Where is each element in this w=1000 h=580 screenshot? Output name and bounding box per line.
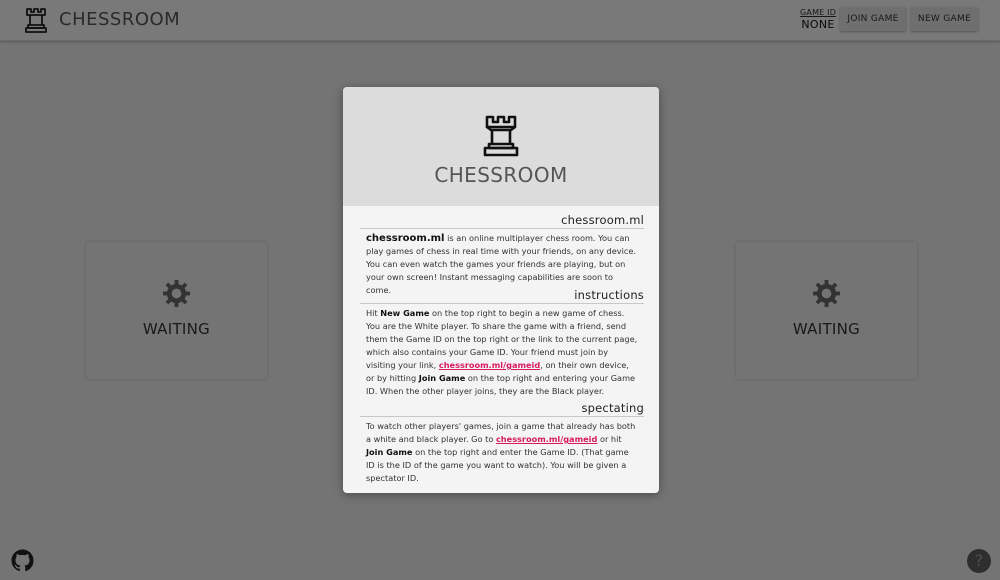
gameid-link[interactable]: chessroom.ml/gameid — [439, 360, 540, 370]
modal-header: CHESSROOM — [343, 87, 659, 206]
modal-title: CHESSROOM — [434, 163, 568, 187]
site-name: chessroom.ml — [366, 233, 445, 244]
about-heading: chessroom.ml — [360, 213, 644, 229]
spectating-text: To watch other players' games, join a ga… — [366, 421, 636, 483]
instructions-heading: instructions — [360, 288, 644, 304]
info-modal: CHESSROOM chessroom.ml chessroom.ml is a… — [343, 87, 659, 493]
spectating-heading: spectating — [360, 401, 644, 417]
about-section: chessroom.ml chessroom.ml is an online m… — [360, 213, 644, 297]
rook-icon — [483, 115, 519, 157]
spectating-section: spectating To watch other players' games… — [360, 401, 644, 485]
gameid-link[interactable]: chessroom.ml/gameid — [496, 434, 597, 444]
instructions-text: Hit New Game on the top right to begin a… — [366, 308, 638, 396]
about-text: chessroom.ml is an online multiplayer ch… — [366, 233, 637, 295]
instructions-section: instructions Hit New Game on the top rig… — [360, 288, 644, 398]
